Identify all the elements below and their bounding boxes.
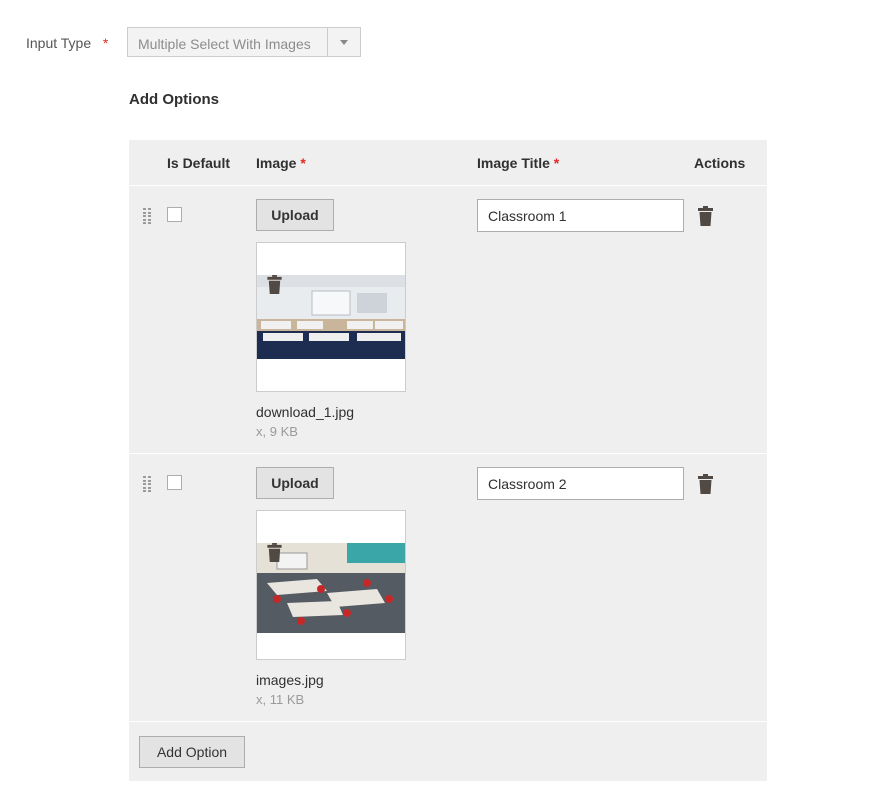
file-meta: x, 9 KB	[256, 424, 298, 439]
column-header-image: Image *	[256, 155, 306, 171]
image-preview	[256, 510, 406, 660]
drag-handle-icon[interactable]	[143, 208, 152, 225]
input-type-selected-value: Multiple Select With Images	[138, 36, 311, 52]
is-default-checkbox[interactable]	[167, 475, 182, 490]
input-type-label: Input Type *	[26, 35, 109, 51]
trash-icon[interactable]	[698, 474, 713, 494]
add-option-button[interactable]: Add Option	[139, 736, 245, 768]
header-divider	[129, 185, 767, 186]
required-mark: *	[102, 35, 109, 51]
trash-icon[interactable]	[698, 206, 713, 226]
file-meta: x, 11 KB	[256, 692, 305, 707]
input-type-select[interactable]: Multiple Select With Images	[127, 27, 361, 57]
trash-icon[interactable]	[267, 543, 282, 562]
image-title-input[interactable]	[477, 467, 684, 500]
column-header-is-default: Is Default	[167, 155, 231, 171]
drag-handle-icon[interactable]	[143, 476, 152, 493]
chevron-down-icon[interactable]	[327, 28, 360, 56]
row-divider	[129, 721, 767, 722]
add-options-title: Add Options	[129, 91, 219, 108]
file-name: download_1.jpg	[256, 404, 355, 420]
column-header-image-title: Image Title *	[477, 155, 560, 171]
file-name: images.jpg	[256, 672, 324, 688]
trash-icon[interactable]	[267, 275, 282, 294]
row-divider	[129, 453, 767, 454]
column-header-actions: Actions	[694, 155, 746, 171]
upload-button[interactable]: Upload	[256, 199, 334, 231]
is-default-checkbox[interactable]	[167, 207, 182, 222]
options-table: Is Default Image * Image Title * Actions…	[129, 140, 767, 781]
image-preview	[256, 242, 406, 392]
upload-button[interactable]: Upload	[256, 467, 334, 499]
image-title-input[interactable]	[477, 199, 684, 232]
